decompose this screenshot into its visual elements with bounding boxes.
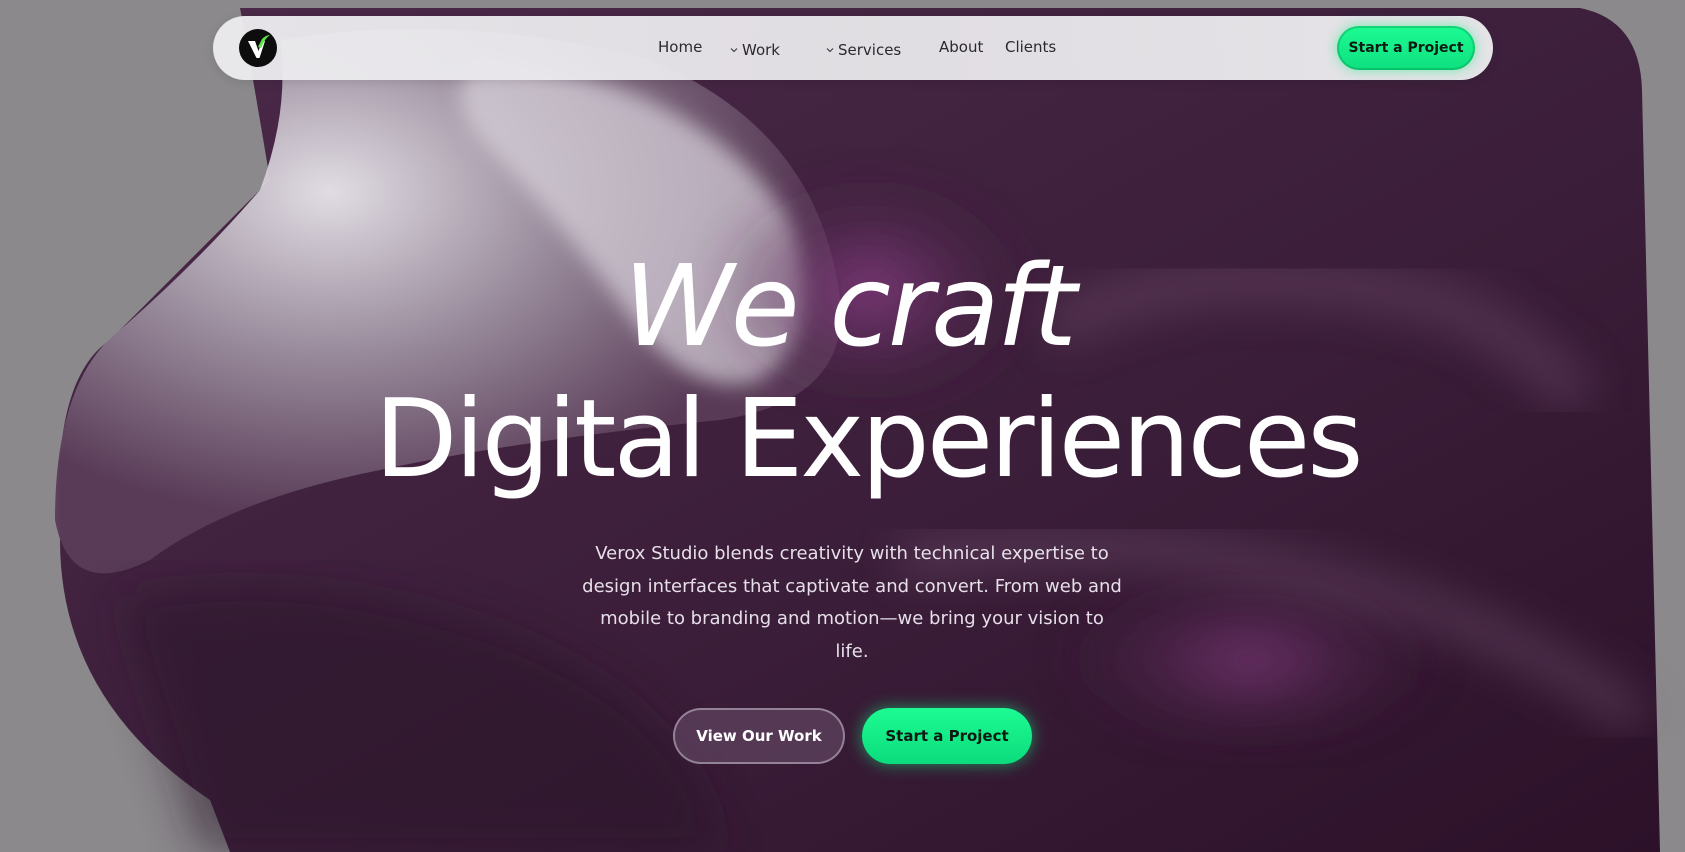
nav-about[interactable]: About: [939, 38, 983, 56]
nav-work[interactable]: Work: [729, 41, 780, 59]
nav-clients[interactable]: Clients: [1005, 38, 1056, 56]
nav-services[interactable]: Services: [825, 41, 901, 59]
chevron-down-icon: [730, 48, 738, 53]
nav-home[interactable]: Home: [658, 38, 702, 56]
nav-about-label: About: [939, 38, 984, 56]
nav-work-label: Work: [742, 41, 780, 59]
hero-page: Home Work Services About Clients Start a…: [0, 0, 1685, 852]
view-our-work-button[interactable]: View Our Work: [673, 708, 845, 764]
nav-home-label: Home: [658, 38, 703, 56]
nav-clients-label: Clients: [1005, 38, 1057, 56]
hero-title-line2: Digital Experiences: [374, 377, 1363, 502]
nav-links: Home Work Services About Clients: [213, 16, 1493, 80]
hero-title-line1: We craft: [623, 242, 1077, 372]
chevron-down-icon: [826, 48, 834, 53]
start-project-button[interactable]: Start a Project: [862, 708, 1032, 764]
top-navbar: Home Work Services About Clients Start a…: [213, 16, 1493, 80]
nav-start-project-button[interactable]: Start a Project: [1337, 26, 1475, 70]
hero-subtitle: Verox Studio blends creativity with tech…: [582, 543, 1122, 662]
nav-services-label: Services: [838, 41, 902, 59]
